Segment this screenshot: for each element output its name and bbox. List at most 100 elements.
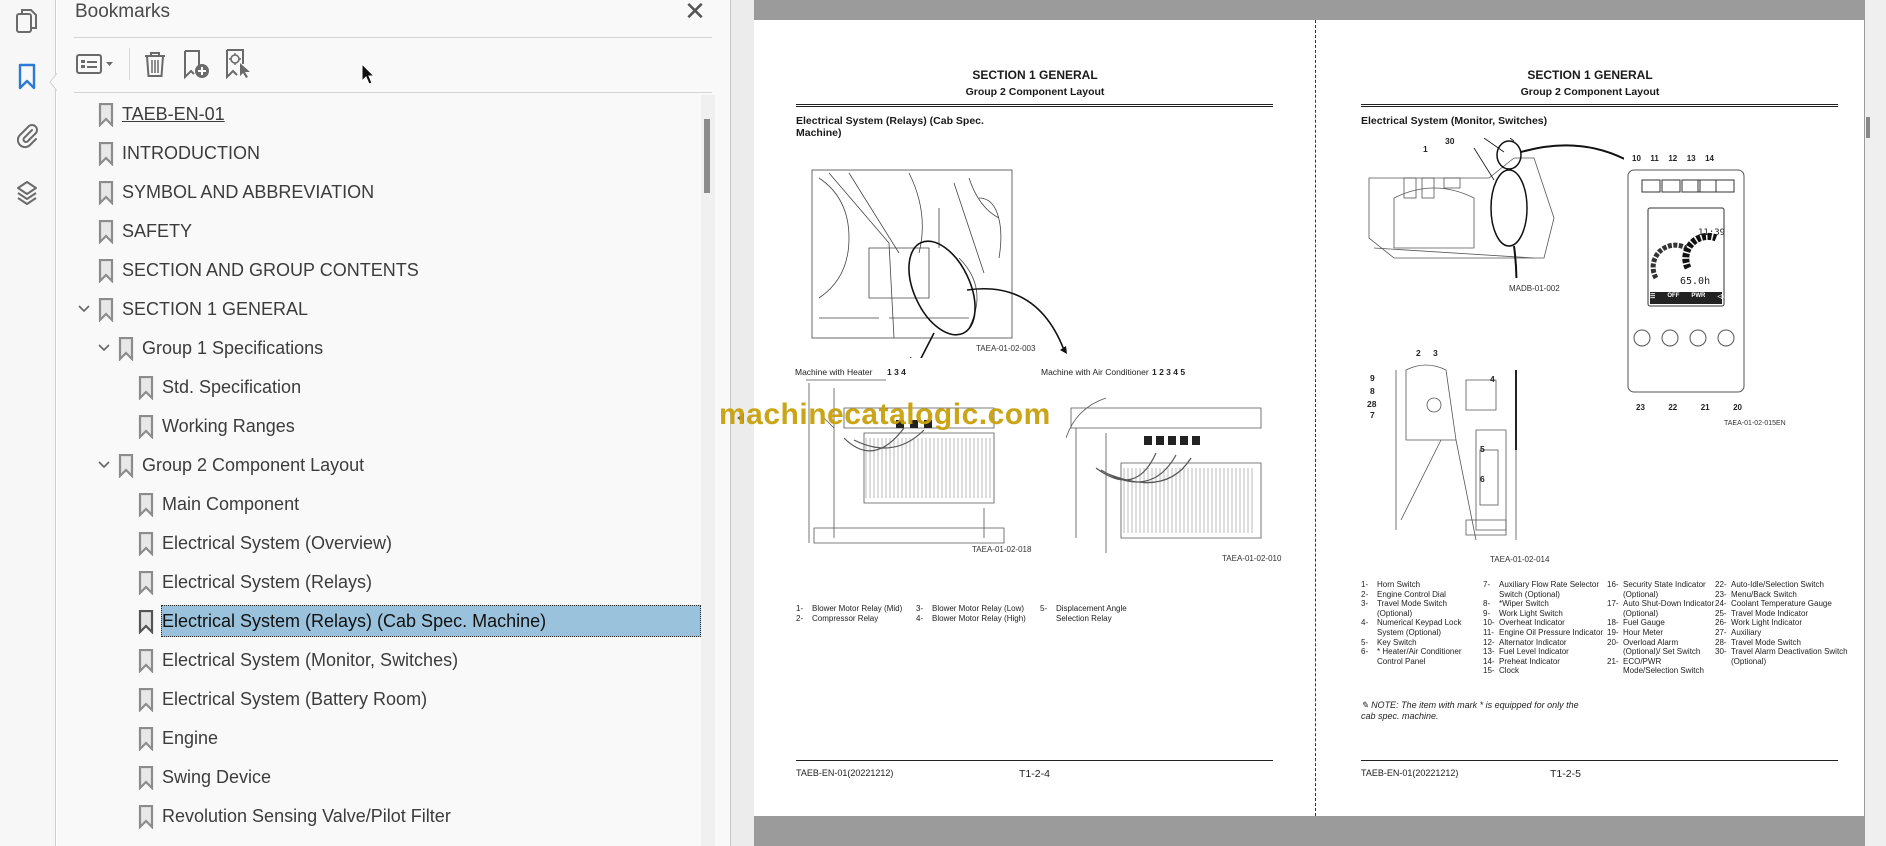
bookmark-item[interactable]: Revolution Sensing Valve/Pilot Filter [74, 799, 709, 833]
legend-number: 18- [1607, 618, 1619, 628]
bookmark-label[interactable]: INTRODUCTION [121, 141, 261, 165]
legend-item: 10- Overheat Indicator [1483, 618, 1607, 628]
callout-number: 21 [1700, 403, 1710, 412]
legend-text: Key Switch [1377, 637, 1417, 647]
bookmark-label[interactable]: SAFETY [121, 219, 193, 243]
delete-bookmark-button[interactable] [139, 46, 171, 82]
bookmark-item[interactable]: Main Component [74, 487, 709, 521]
bookmark-label[interactable]: Engine [161, 726, 219, 750]
note: ✎ NOTE: The item with mark * is equipped… [1361, 700, 1591, 722]
bookmark-item[interactable]: SAFETY [74, 214, 709, 248]
header-rule [1361, 104, 1838, 107]
page-number: T1-2-5 [1550, 768, 1581, 780]
page-thumbnails-button[interactable] [10, 6, 44, 40]
chevron-down-icon [106, 62, 113, 66]
bookmark-label[interactable]: Electrical System (Monitor, Switches) [161, 648, 459, 672]
callout-numbers: 1 2 3 4 5 [1152, 367, 1186, 377]
bookmark-label[interactable]: Group 1 Specifications [141, 336, 324, 360]
legend-text: Engine Control Dial [1377, 589, 1446, 599]
bookmark-item[interactable]: Electrical System (Relays) (Cab Spec. Ma… [74, 604, 709, 638]
chevron-down-icon[interactable] [97, 341, 111, 355]
legend-text: Work Light Switch [1499, 608, 1563, 618]
bookmark-label[interactable]: Revolution Sensing Valve/Pilot Filter [161, 804, 452, 828]
figure-title: Machine with Heater [795, 367, 873, 377]
bookmark-label[interactable]: Main Component [161, 492, 300, 516]
scrollbar-thumb[interactable] [704, 119, 710, 193]
bookmark-label[interactable]: TAEB-EN-01 [121, 102, 226, 126]
bookmarks-panel: Bookmarks ✕ TAEB-EN-01 INTRODUCTION SYMBOL… [57, 0, 730, 846]
bookmark-label[interactable]: SECTION AND GROUP CONTENTS [121, 258, 420, 282]
bookmark-item[interactable]: TAEB-EN-01 [74, 98, 709, 131]
scrollbar-thumb[interactable] [1866, 117, 1870, 138]
bookmark-item[interactable]: Electrical System (Overview) [74, 526, 709, 560]
bookmark-label[interactable]: Group 2 Component Layout [141, 453, 365, 477]
close-panel-button[interactable]: ✕ [682, 0, 708, 26]
bookmark-label[interactable]: Electrical System (Overview) [161, 531, 393, 555]
bookmark-item[interactable]: SECTION AND GROUP CONTENTS [74, 253, 709, 287]
legend-item: 21- ECO/PWR Mode/Selection Switch [1607, 657, 1715, 676]
new-bookmark-button[interactable] [178, 46, 214, 82]
bookmark-item[interactable]: Group 2 Component Layout [74, 448, 709, 482]
document-scrollbar[interactable] [1865, 0, 1886, 846]
bookmark-item[interactable]: Engine [74, 721, 709, 755]
legend-number: 24- [1715, 599, 1727, 609]
layers-button[interactable] [10, 178, 44, 212]
bookmark-label[interactable]: SECTION 1 GENERAL [121, 297, 309, 321]
bookmark-item[interactable]: Electrical System (Relays) [74, 565, 709, 599]
chevron-down-icon[interactable] [97, 458, 111, 472]
bookmark-icon [98, 259, 114, 283]
legend-number: 20- [1607, 637, 1619, 647]
legend-text: Auto Shut-Down Indicator (Optional) [1623, 599, 1715, 618]
bookmark-label[interactable]: Electrical System (Relays) [161, 570, 373, 594]
bookmark-item[interactable]: Std. Specification [74, 370, 709, 404]
bookmark-icon [98, 220, 114, 244]
bookmark-add-icon [180, 48, 212, 80]
figure-cab-overview [1364, 138, 1624, 278]
legend-item: 11- Engine Oil Pressure Indicator [1483, 628, 1607, 638]
callout-number: 22 [1668, 403, 1678, 412]
bookmark-icon [138, 571, 154, 595]
legend-item: 5- Displacement Angle Selection Relay [1040, 604, 1150, 623]
find-current-bookmark-button[interactable] [221, 46, 255, 82]
legend-item: 24- Coolant Temperature Gauge [1715, 599, 1850, 609]
chevron-down-icon[interactable] [77, 302, 91, 316]
attachments-button[interactable] [10, 120, 44, 154]
bookmark-item[interactable]: INTRODUCTION [74, 136, 709, 170]
bookmark-label[interactable]: Working Ranges [161, 414, 296, 438]
bookmark-item[interactable]: Electrical System (Battery Room) [74, 682, 709, 716]
options-menu-button[interactable] [74, 46, 118, 82]
bookmarks-rail-button[interactable] [10, 62, 44, 96]
bookmarks-scrollbar[interactable] [701, 95, 715, 846]
bookmark-icon [98, 103, 114, 127]
callout-number: 20 [1733, 403, 1742, 412]
monitor-soft-key: ☰ [1650, 294, 1656, 300]
toolbar-separator [129, 48, 130, 80]
legend-number: 6- [1361, 647, 1369, 657]
legend-text: Coolant Temperature Gauge [1731, 599, 1832, 609]
callout-number: 8 [1370, 386, 1375, 396]
figure-caption: TAEA-01-02-010 [1222, 554, 1282, 563]
bookmark-icon [98, 298, 114, 322]
legend-text: Menu/Back Switch [1731, 589, 1797, 599]
bookmark-label[interactable]: Swing Device [161, 765, 272, 789]
legend-number: 1- [1361, 580, 1369, 589]
bookmark-item[interactable]: SYMBOL AND ABBREVIATION [74, 175, 709, 209]
bookmark-item[interactable]: Electrical System (Monitor, Switches) [74, 643, 709, 677]
legend-text: Alternator Indicator [1499, 637, 1567, 647]
figure-caption: TAEA-01-02-014 [1490, 555, 1550, 564]
legend-item: 28- Travel Mode Switch [1715, 638, 1850, 648]
bookmark-item[interactable]: SECTION 1 GENERAL [74, 292, 709, 326]
bookmark-item[interactable]: Swing Device [74, 760, 709, 794]
bookmark-label[interactable]: Std. Specification [161, 375, 302, 399]
bookmark-label[interactable]: Electrical System (Relays) (Cab Spec. Ma… [161, 605, 701, 637]
bookmark-item[interactable]: Group 1 Specifications [74, 331, 709, 365]
legend-text: Engine Oil Pressure Indicator [1499, 627, 1604, 637]
legend-item: 27- Auxiliary [1715, 628, 1850, 638]
bookmark-label[interactable]: SYMBOL AND ABBREVIATION [121, 180, 375, 204]
monitor-soft-keys: ☰ OFF PWR ◁) [1650, 293, 1724, 300]
bookmark-item[interactable]: Working Ranges [74, 409, 709, 443]
pencil-icon: ✎ [1361, 700, 1369, 710]
group-title: Group 2 Component Layout [965, 86, 1105, 98]
bookmark-label[interactable]: Electrical System (Battery Room) [161, 687, 428, 711]
figure-console [1366, 350, 1536, 540]
